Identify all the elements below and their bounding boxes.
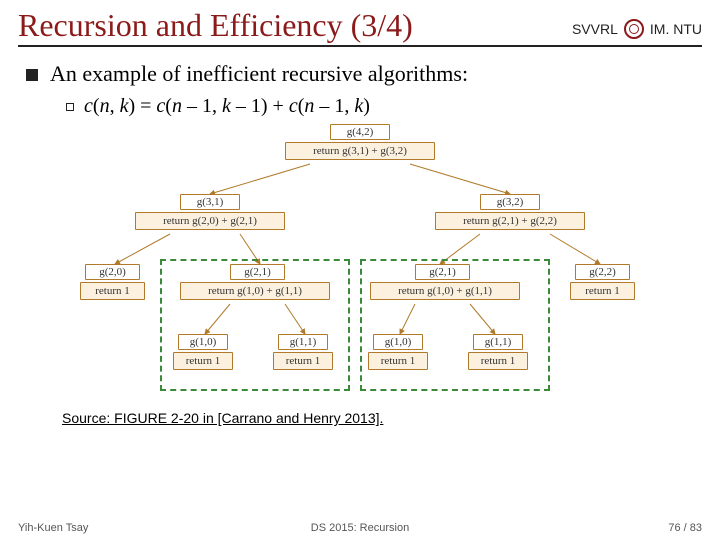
affil-right: IM. NTU — [650, 21, 702, 37]
recursion-tree-diagram: g(4,2) return g(3,1) + g(3,2) g(3,1) ret… — [60, 124, 660, 404]
node-l4a-call: g(1,0) — [178, 334, 228, 350]
node-l3d-call: g(2,2) — [575, 264, 630, 280]
node-l4b-call: g(1,1) — [278, 334, 328, 350]
node-l4d-call: g(1,1) — [473, 334, 523, 350]
slide-title: Recursion and Efficiency (3/4) — [18, 8, 413, 43]
header-bar: Recursion and Efficiency (3/4) SVVRL IM.… — [18, 8, 702, 43]
affil-left: SVVRL — [572, 21, 618, 37]
lvl1-text: An example of inefficient recursive algo… — [50, 61, 468, 87]
node-l3a-call: g(2,0) — [85, 264, 140, 280]
bullet-lvl2: c(n, k) = c(n – 1, k – 1) + c(n – 1, k) — [66, 95, 694, 118]
node-l4b-ret: return 1 — [273, 352, 333, 370]
node-l2a-ret: return g(2,0) + g(2,1) — [135, 212, 285, 230]
node-l4c-ret: return 1 — [368, 352, 428, 370]
node-root-ret: return g(3,1) + g(3,2) — [285, 142, 435, 160]
node-l3d-ret: return 1 — [570, 282, 635, 300]
square-bullet-icon — [26, 69, 38, 81]
node-l2b-call: g(3,2) — [480, 194, 540, 210]
hollow-square-bullet-icon — [66, 103, 74, 111]
seal-icon — [624, 19, 644, 39]
node-l3c-call: g(2,1) — [415, 264, 470, 280]
node-l4c-call: g(1,0) — [373, 334, 423, 350]
node-l3b-ret: return g(1,0) + g(1,1) — [180, 282, 330, 300]
affiliation: SVVRL IM. NTU — [572, 19, 702, 43]
node-l3c-ret: return g(1,0) + g(1,1) — [370, 282, 520, 300]
node-l3b-call: g(2,1) — [230, 264, 285, 280]
node-l4d-ret: return 1 — [468, 352, 528, 370]
node-root-call: g(4,2) — [330, 124, 390, 140]
node-l2a-call: g(3,1) — [180, 194, 240, 210]
footer: Yih-Kuen Tsay DS 2015: Recursion 76 / 83 — [0, 522, 720, 534]
node-l3a-ret: return 1 — [80, 282, 145, 300]
bullet-lvl1: An example of inefficient recursive algo… — [26, 61, 694, 87]
footer-course: DS 2015: Recursion — [0, 522, 720, 534]
slide: Recursion and Efficiency (3/4) SVVRL IM.… — [0, 0, 720, 540]
recurrence-formula: c(n, k) = c(n – 1, k – 1) + c(n – 1, k) — [84, 95, 370, 118]
body: An example of inefficient recursive algo… — [18, 61, 702, 426]
node-l2b-ret: return g(2,1) + g(2,2) — [435, 212, 585, 230]
figure-caption: Source: FIGURE 2-20 in [Carrano and Henr… — [62, 410, 694, 426]
title-rule — [18, 45, 702, 47]
node-l4a-ret: return 1 — [173, 352, 233, 370]
